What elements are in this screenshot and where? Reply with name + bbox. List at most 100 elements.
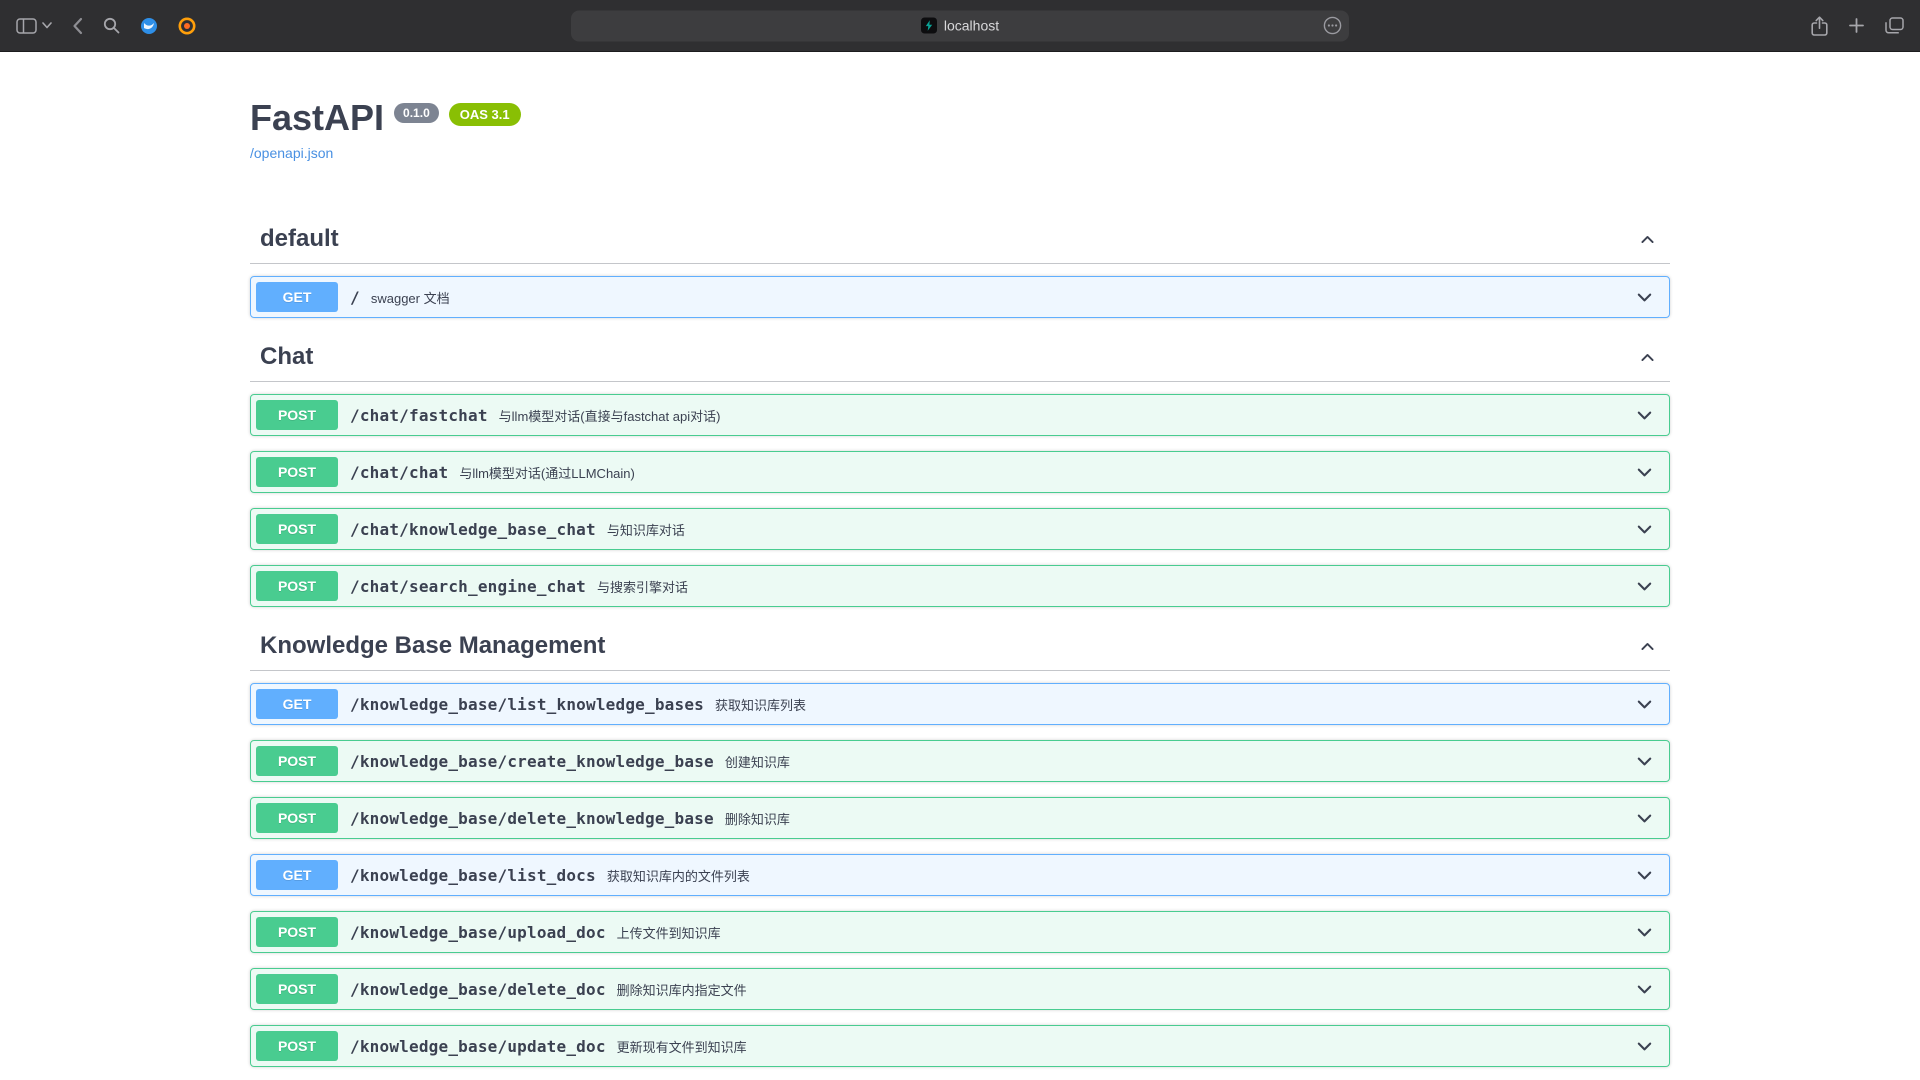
endpoint-description: 删除知识库内指定文件 [617,980,1635,999]
expand-endpoint-button[interactable] [1635,980,1654,999]
section-header[interactable]: default [250,215,1670,264]
endpoint-description: swagger 文档 [371,288,1635,307]
endpoint-row[interactable]: POST /chat/fastchat 与llm模型对话(直接与fastchat… [250,394,1670,436]
endpoint-row[interactable]: POST /knowledge_base/delete_doc 删除知识库内指定… [250,968,1670,1010]
endpoint-path: /knowledge_base/list_knowledge_bases [350,695,704,714]
method-badge: POST [256,803,338,833]
search-icon [103,17,120,34]
endpoint-description: 与llm模型对话(通过LLMChain) [459,463,1635,482]
method-badge: POST [256,974,338,1004]
method-badge: POST [256,457,338,487]
section-title: Chat [260,342,313,372]
endpoint-row[interactable]: POST /knowledge_base/update_doc 更新现有文件到知… [250,1025,1670,1067]
version-badge: 0.1.0 [394,103,439,123]
endpoint-row[interactable]: GET /knowledge_base/list_docs 获取知识库内的文件列… [250,854,1670,896]
expand-endpoint-button[interactable] [1635,520,1654,539]
expand-endpoint-button[interactable] [1635,577,1654,596]
share-button[interactable] [1811,16,1828,36]
chevron-down-icon [1635,752,1654,771]
section-endpoints: POST /chat/fastchat 与llm模型对话(直接与fastchat… [250,394,1670,607]
endpoint-path: /chat/search_engine_chat [350,577,586,596]
search-button[interactable] [103,17,120,34]
collapse-section-button[interactable] [1635,634,1660,659]
api-section: default GET / swagger 文档 [250,215,1670,318]
endpoint-description: 与知识库对话 [607,520,1635,539]
expand-endpoint-button[interactable] [1635,1037,1654,1056]
chevron-down-icon [1635,866,1654,885]
endpoint-path: /knowledge_base/create_knowledge_base [350,752,714,771]
endpoint-row[interactable]: POST /chat/knowledge_base_chat 与知识库对话 [250,508,1670,550]
extension-orange-button[interactable] [178,17,196,35]
endpoint-row[interactable]: POST /knowledge_base/upload_doc 上传文件到知识库 [250,911,1670,953]
expand-endpoint-button[interactable] [1635,866,1654,885]
extension-blue-icon [140,17,158,35]
endpoint-row[interactable]: POST /chat/chat 与llm模型对话(通过LLMChain) [250,451,1670,493]
expand-endpoint-button[interactable] [1635,463,1654,482]
browser-toolbar: localhost [0,0,1920,52]
openapi-link[interactable]: /openapi.json [250,145,333,161]
endpoint-row[interactable]: POST /knowledge_base/delete_knowledge_ba… [250,797,1670,839]
endpoint-description: 创建知识库 [725,752,1635,771]
endpoint-path: /knowledge_base/upload_doc [350,923,606,942]
endpoint-path: / [350,288,360,307]
back-icon [72,17,83,35]
chevron-down-icon [1635,1037,1654,1056]
chevron-down-icon [42,22,52,29]
expand-endpoint-button[interactable] [1635,406,1654,425]
endpoint-description: 删除知识库 [725,809,1635,828]
sidebar-toggle-button[interactable] [16,18,52,34]
chevron-down-icon [1635,809,1654,828]
expand-endpoint-button[interactable] [1635,288,1654,307]
endpoint-path: /chat/chat [350,463,448,482]
site-favicon-icon [921,18,937,34]
url-text: localhost [944,18,999,34]
method-badge: POST [256,1031,338,1061]
oas-badge: OAS 3.1 [449,103,521,126]
method-badge: GET [256,689,338,719]
endpoint-description: 与llm模型对话(直接与fastchat api对话) [499,406,1635,425]
endpoint-path: /knowledge_base/delete_doc [350,980,606,999]
sidebar-toggle-icon [16,18,37,34]
endpoint-row[interactable]: GET / swagger 文档 [250,276,1670,318]
extension-orange-icon [178,17,196,35]
collapse-section-button[interactable] [1635,227,1660,252]
expand-endpoint-button[interactable] [1635,809,1654,828]
chevron-down-icon [1635,980,1654,999]
api-section: Knowledge Base Management GET /knowledge… [250,622,1670,1079]
expand-endpoint-button[interactable] [1635,752,1654,771]
endpoint-description: 上传文件到知识库 [617,923,1635,942]
swagger-content: FastAPI 0.1.0 OAS 3.1 /openapi.json defa… [230,52,1690,1079]
expand-endpoint-button[interactable] [1635,695,1654,714]
back-button[interactable] [72,17,83,35]
more-options-button[interactable] [1323,16,1342,35]
chevron-down-icon [1635,463,1654,482]
endpoint-description: 获取知识库内的文件列表 [607,866,1635,885]
endpoint-row[interactable]: GET /knowledge_base/list_knowledge_bases… [250,683,1670,725]
chevron-up-icon [1639,231,1656,248]
url-field[interactable]: localhost [571,10,1349,41]
endpoint-description: 获取知识库列表 [715,695,1635,714]
method-badge: GET [256,282,338,312]
chevron-down-icon [1635,695,1654,714]
endpoint-description: 更新现有文件到知识库 [617,1037,1635,1056]
chevron-down-icon [1635,406,1654,425]
chevron-down-icon [1635,923,1654,942]
new-tab-button[interactable] [1848,17,1865,34]
toolbar-right-group [1811,16,1904,36]
tab-overview-button[interactable] [1885,17,1904,34]
expand-endpoint-button[interactable] [1635,923,1654,942]
api-info: FastAPI 0.1.0 OAS 3.1 /openapi.json [250,52,1670,163]
collapse-section-button[interactable] [1635,345,1660,370]
new-tab-icon [1848,17,1865,34]
endpoint-row[interactable]: POST /chat/search_engine_chat 与搜索引擎对话 [250,565,1670,607]
extension-blue-button[interactable] [140,17,158,35]
section-title: default [260,224,339,254]
method-badge: GET [256,860,338,890]
share-icon [1811,16,1828,36]
endpoint-row[interactable]: POST /knowledge_base/create_knowledge_ba… [250,740,1670,782]
chevron-down-icon [1635,577,1654,596]
section-header[interactable]: Chat [250,333,1670,382]
section-header[interactable]: Knowledge Base Management [250,622,1670,671]
endpoint-path: /knowledge_base/update_doc [350,1037,606,1056]
method-badge: POST [256,514,338,544]
